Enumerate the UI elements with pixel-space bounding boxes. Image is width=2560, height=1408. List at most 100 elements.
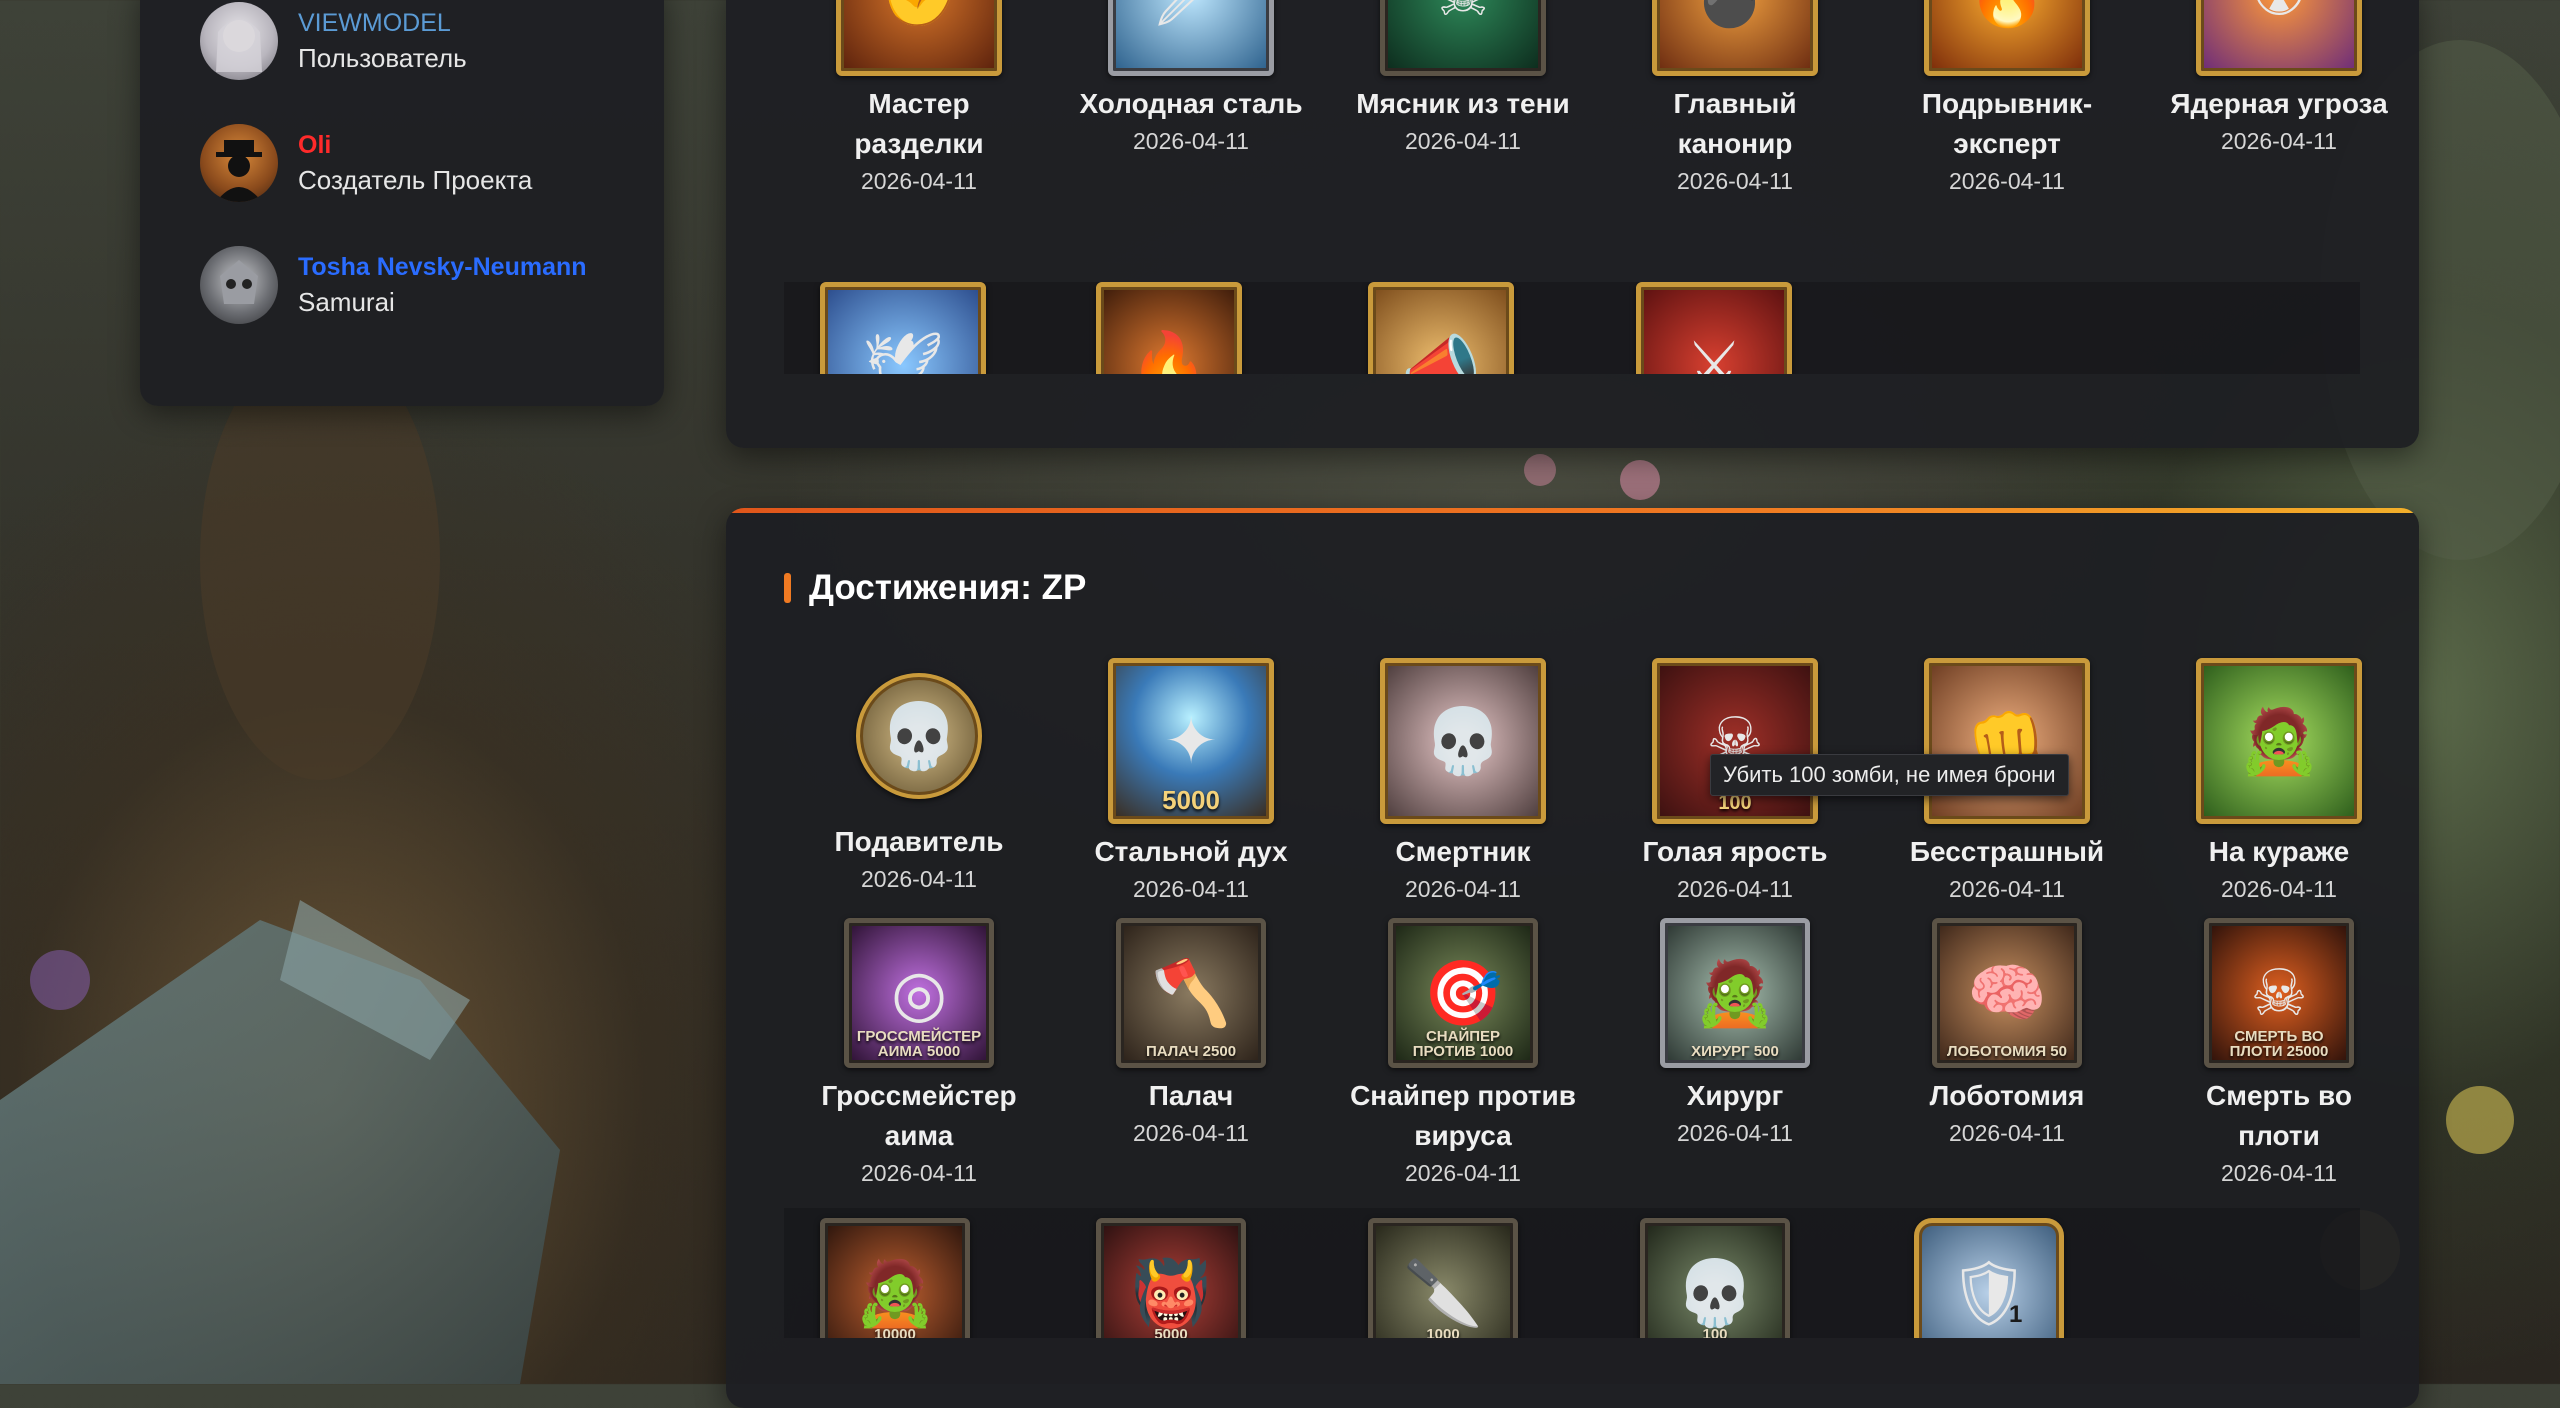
achievement-name: аима <box>884 1120 954 1151</box>
lobotomy-brain-icon: 🧠 ЛОБОТОМИЯ 50 <box>1932 918 2082 1068</box>
achievement-card[interactable]: 🗡 Холодная сталь 2026-04-11 <box>1060 0 1322 158</box>
explosion-bombs-icon: 🔥 <box>1924 0 2090 76</box>
zombie-kick-icon: 🧟 <box>2196 658 2362 824</box>
achievement-name: Гроссмейстер <box>821 1080 1017 1111</box>
achievement-name: Мастер <box>868 88 970 119</box>
achievement-date: 2026-04-11 <box>1949 876 2065 902</box>
achievement-name: Смертник <box>1395 836 1531 867</box>
achievement-date: 2026-04-11 <box>861 1160 977 1186</box>
achievements-panel-zp: Достижения: ZP 💀 Подавитель 2026-04-11 ✦… <box>726 508 2419 1408</box>
skulls-shield-icon: ☠ 100 <box>1652 658 1818 824</box>
member-role: Пользователь <box>298 43 467 73</box>
member-name[interactable]: Oli <box>298 128 532 162</box>
shadow-reaper-icon: ☠ <box>1380 0 1546 76</box>
spirit-glow-icon: ✦ 5000 <box>1108 658 1274 824</box>
body-shield-icon[interactable]: 🛡 1 <box>1914 1218 2064 1338</box>
dove-icon[interactable]: 🕊 <box>820 282 986 374</box>
achievement-date: 2026-04-11 <box>1405 1160 1521 1186</box>
fist-zombie-icon: 👊 <box>1924 658 2090 824</box>
achievement-card[interactable]: ◎ ГРОССМЕЙСТЕР АИМА 5000 Гроссмейстер аим… <box>788 918 1050 1190</box>
accent-bar <box>726 508 2419 513</box>
cyber-skull-icon: 💀 <box>1380 658 1546 824</box>
achievement-name: Мясник из тени <box>1356 88 1570 119</box>
executioner-icon: 🪓 ПАЛАЧ 2500 <box>1116 918 1266 1068</box>
nuke-cloud-icon: ☢ <box>2196 0 2362 76</box>
achievement-name: Подрывник- <box>1921 88 2093 119</box>
member-row[interactable]: Oli Создатель Проекта <box>200 124 532 202</box>
achievement-date: 2026-04-11 <box>1133 128 1249 154</box>
achievement-name: Бесстрашный <box>1909 836 2105 867</box>
badge-count: 5000 <box>1162 785 1220 815</box>
badge-caption: СМЕРТЬ ВО ПЛОТИ 25000 <box>2229 1028 2329 1060</box>
avatar[interactable] <box>200 246 278 324</box>
demon-skull-icon[interactable]: 👹 5000 <box>1096 1218 1246 1338</box>
badge-caption: ПАЛАЧ 2500 <box>1145 1043 1237 1060</box>
achievement-name: Смерть во <box>2206 1080 2352 1111</box>
achievement-card[interactable]: 💀 Подавитель 2026-04-11 <box>788 658 1050 896</box>
ice-knife-icon: 🗡 <box>1108 0 1274 76</box>
achievement-name: Холодная сталь <box>1079 88 1303 119</box>
achievement-card[interactable]: 🧠 ЛОБОТОМИЯ 50 Лоботомия 2026-04-11 <box>1876 918 2138 1150</box>
achievement-card[interactable]: ✊ Мастер разделки 2026-04-11 <box>788 0 1050 198</box>
avatar[interactable] <box>200 124 278 202</box>
badge-caption: 100 <box>1702 1326 1728 1338</box>
member-row[interactable]: Tosha Nevsky-Neumann Samurai <box>200 246 587 324</box>
cleaner-knife-icon[interactable]: 🔪 1000 <box>1368 1218 1518 1338</box>
achievements-partial-row: 🧟 10000 👹 5000 🔪 1000 💀 100 🛡 1 <box>784 1208 2360 1338</box>
cannon-bombs-icon: 💣 <box>1652 0 1818 76</box>
members-panel: VIEWMODEL Пользователь Oli Создатель Про… <box>140 0 664 406</box>
achievement-date: 2026-04-11 <box>1677 876 1793 902</box>
crossed-swords-skull-icon[interactable]: ⚔ <box>1636 282 1792 374</box>
surgeon-zombie-icon: 🧟 ХИРУРГ 500 <box>1660 918 1810 1068</box>
avatar[interactable] <box>200 2 278 80</box>
member-name[interactable]: VIEWMODEL <box>298 6 467 40</box>
achievement-name: Главный <box>1673 88 1797 119</box>
member-role: Samurai <box>298 287 395 317</box>
achievement-date: 2026-04-11 <box>1405 876 1521 902</box>
section-title: Достижения: ZP <box>784 568 1086 608</box>
achievement-date: 2026-04-11 <box>861 168 977 194</box>
badge-caption: 10000 <box>874 1326 916 1338</box>
achievement-name: Подавитель <box>834 826 1004 857</box>
achievement-name: вируса <box>1414 1120 1512 1151</box>
achievement-name: эксперт <box>1953 128 2061 159</box>
achievement-card[interactable]: 🔥 Подрывник- эксперт 2026-04-11 <box>1876 0 2138 198</box>
achievement-card[interactable]: 💀 Смертник 2026-04-11 <box>1332 658 1594 906</box>
achievement-card[interactable]: 🎯 СНАЙПЕР ПРОТИВ 1000 Снайпер против виру… <box>1332 918 1594 1190</box>
achievement-date: 2026-04-11 <box>1405 128 1521 154</box>
title-marker <box>784 573 791 603</box>
achievement-date: 2026-04-11 <box>2221 128 2337 154</box>
reaper-fire-icon: ☠ СМЕРТЬ ВО ПЛОТИ 25000 <box>2204 918 2354 1068</box>
achievements-partial-row: 🕊 🔥 📣 ⚔ <box>784 282 2360 374</box>
megaphone-icon[interactable]: 📣 <box>1368 282 1514 374</box>
achievement-name: канонир <box>1677 128 1793 159</box>
achievement-date: 2026-04-11 <box>1133 876 1249 902</box>
achievement-name: Палач <box>1148 1080 1234 1111</box>
achievement-card[interactable]: 🧟 ХИРУРГ 500 Хирург 2026-04-11 <box>1604 918 1866 1150</box>
achievement-name: Лоботомия <box>1929 1080 2085 1111</box>
achievement-card[interactable]: ☠ СМЕРТЬ ВО ПЛОТИ 25000 Смерть во плоти 2… <box>2148 918 2410 1190</box>
achievement-card[interactable]: ✦ 5000 Стальной дух 2026-04-11 <box>1060 658 1322 906</box>
achievement-date: 2026-04-11 <box>1133 1120 1249 1146</box>
achievement-name: Голая ярость <box>1642 836 1828 867</box>
member-name[interactable]: Tosha Nevsky-Neumann <box>298 250 587 284</box>
member-role: Создатель Проекта <box>298 165 533 195</box>
achievement-date: 2026-04-11 <box>2221 1160 2337 1186</box>
achievement-card[interactable]: ☢ Ядерная угроза 2026-04-11 <box>2148 0 2410 158</box>
hunter-skull-icon[interactable]: 💀 100 <box>1640 1218 1790 1338</box>
sniper-zombie-icon: 🎯 СНАЙПЕР ПРОТИВ 1000 <box>1388 918 1538 1068</box>
fire-figure-icon[interactable]: 🔥 <box>1096 282 1242 374</box>
achievement-date: 2026-04-11 <box>2221 876 2337 902</box>
badge-caption: ХИРУРГ 500 <box>1691 1043 1779 1060</box>
badge-caption: 1 <box>2009 1301 2023 1328</box>
achievement-card[interactable]: 🧟 На кураже 2026-04-11 <box>2148 658 2410 906</box>
achievement-card[interactable]: 🪓 ПАЛАЧ 2500 Палач 2026-04-11 <box>1060 918 1322 1150</box>
achievement-card[interactable]: ☠ Мясник из тени 2026-04-11 <box>1332 0 1594 158</box>
achievement-date: 2026-04-11 <box>861 866 977 892</box>
member-row[interactable]: VIEWMODEL Пользователь <box>200 2 467 80</box>
butcher-fist-icon: ✊ <box>836 0 1002 76</box>
achievement-name: разделки <box>854 128 984 159</box>
apocalypse-walker-icon[interactable]: 🧟 10000 <box>820 1218 970 1338</box>
achievement-card[interactable]: 💣 Главный канонир 2026-04-11 <box>1604 0 1866 198</box>
badge-caption: СНАЙПЕР ПРОТИВ 1000 <box>1412 1028 1514 1060</box>
